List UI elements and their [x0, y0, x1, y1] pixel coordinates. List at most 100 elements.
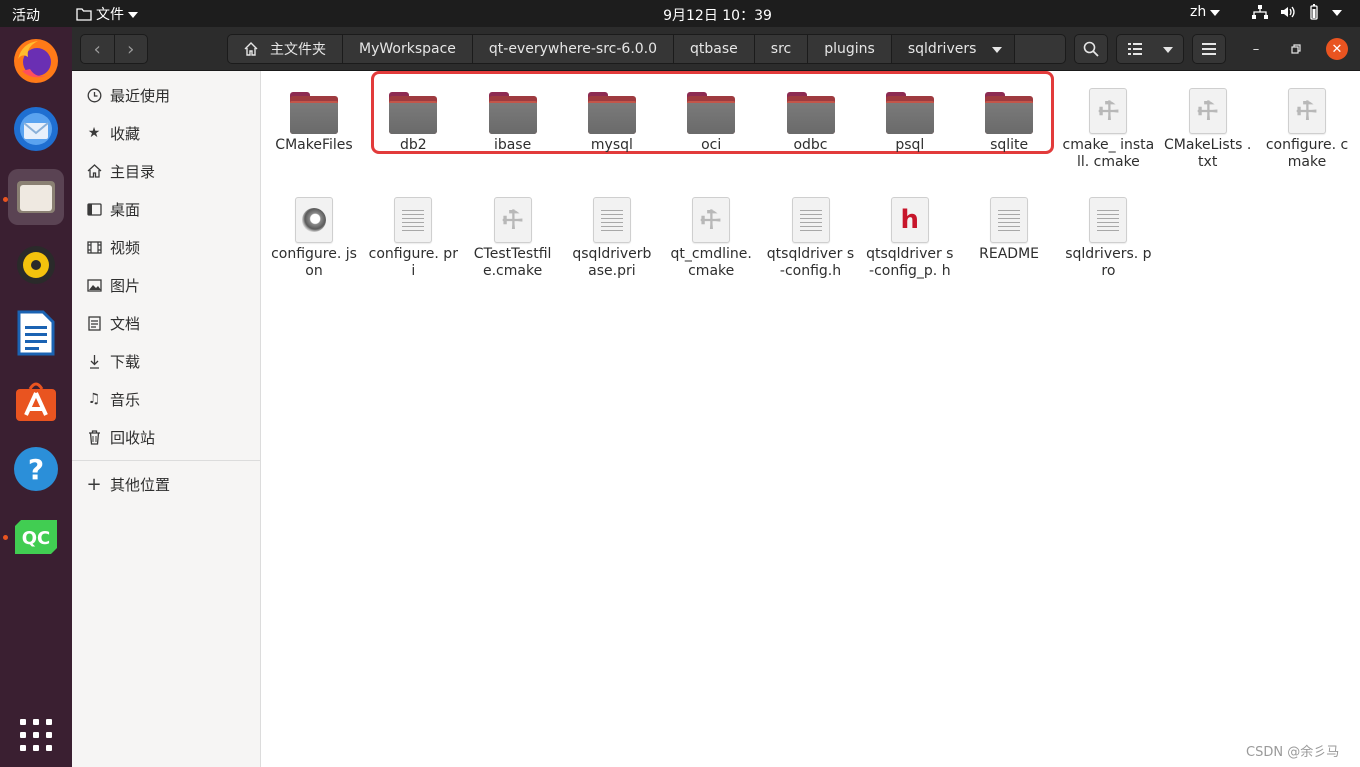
view-options-dropdown[interactable] — [1162, 47, 1173, 53]
breadcrumb-qtbase[interactable]: qtbase — [674, 35, 755, 63]
breadcrumb-qt-everywhere[interactable]: qt-everywhere-src-6.0.0 — [473, 35, 675, 63]
sidebar: 最近使用 ★ 收藏 主目录 桌面 视频 图片 文档 下载 ♫ 音乐 回收站 + … — [72, 71, 261, 767]
sidebar-item-desktop[interactable]: 桌面 — [72, 191, 260, 227]
folder-item[interactable]: oci — [663, 80, 759, 154]
qt-creator-label: QC — [22, 528, 51, 549]
file-item[interactable]: h qtsqldriver s-config_p. h — [862, 189, 958, 280]
sidebar-item-documents[interactable]: 文档 — [72, 305, 260, 341]
folder-item[interactable]: CMakeFiles — [266, 80, 362, 154]
star-icon: ★ — [87, 125, 101, 141]
file-item[interactable]: ⚒ CMakeLists .txt — [1160, 80, 1256, 171]
back-button[interactable]: ‹ — [81, 35, 114, 63]
main-menu-button[interactable] — [1192, 34, 1226, 64]
sidebar-item-label: 文档 — [110, 314, 141, 333]
file-item[interactable]: qtsqldriver s-config.h — [763, 189, 859, 280]
file-item[interactable]: configure. pri — [365, 189, 461, 280]
maximize-button[interactable] — [1286, 39, 1306, 59]
folder-item[interactable]: sqlite — [961, 80, 1057, 154]
file-view: CMakeFiles db2 ibase mysql oci odbc psql sqlite… — [261, 71, 1360, 767]
breadcrumb-src[interactable]: src — [755, 35, 809, 63]
sidebar-item-pictures[interactable]: 图片 — [72, 267, 260, 303]
breadcrumb-myworkspace[interactable]: MyWorkspace — [343, 35, 473, 63]
clock[interactable]: 9月12日 10：39 — [0, 5, 1360, 25]
home-icon — [244, 42, 258, 56]
sidebar-item-label: 下载 — [110, 352, 141, 371]
breadcrumb-plugins[interactable]: plugins — [808, 35, 892, 63]
top-bar: 活动 文件 9月12日 10：39 zh — [0, 0, 1360, 27]
dock-qt-creator[interactable]: QC — [8, 509, 64, 565]
sidebar-item-recent[interactable]: 最近使用 — [72, 77, 260, 113]
search-button[interactable] — [1074, 34, 1108, 64]
folder-item[interactable]: psql — [862, 80, 958, 154]
sidebar-item-videos[interactable]: 视频 — [72, 229, 260, 265]
video-icon — [86, 239, 102, 255]
build-file-icon: ⚒ — [1259, 80, 1355, 134]
sidebar-item-label: 最近使用 — [110, 86, 171, 105]
minimize-button[interactable]: – — [1246, 39, 1266, 59]
file-item[interactable]: README — [961, 189, 1057, 263]
sidebar-item-label: 桌面 — [110, 200, 141, 219]
folder-item[interactable]: odbc — [763, 80, 859, 154]
show-applications-button[interactable] — [8, 707, 64, 763]
plus-icon: + — [86, 473, 102, 495]
files-icon — [17, 181, 55, 213]
sidebar-item-label: 视频 — [110, 238, 141, 257]
sidebar-item-home[interactable]: 主目录 — [72, 153, 260, 189]
file-name: CMakeFiles — [275, 137, 353, 153]
dock-rhythmbox[interactable] — [8, 237, 64, 293]
running-indicator — [3, 535, 8, 540]
close-button[interactable]: ✕ — [1326, 38, 1348, 60]
dock: ? QC — [0, 27, 72, 767]
dock-files[interactable] — [8, 169, 64, 225]
restore-icon — [1291, 44, 1301, 54]
folder-item[interactable]: ibase — [465, 80, 561, 154]
folder-item[interactable]: mysql — [564, 80, 660, 154]
sidebar-item-trash[interactable]: 回收站 — [72, 419, 260, 455]
music-icon: ♫ — [87, 391, 101, 407]
system-tray[interactable] — [1252, 4, 1342, 20]
file-name: configure. json — [271, 246, 357, 279]
dock-help[interactable]: ? — [8, 441, 64, 497]
sidebar-item-starred[interactable]: ★ 收藏 — [72, 115, 260, 151]
list-view-button[interactable] — [1127, 43, 1142, 55]
file-item[interactable]: configure. json — [266, 189, 362, 280]
list-view-icon — [1127, 43, 1142, 55]
folder-item[interactable]: db2 — [365, 80, 461, 154]
dock-thunderbird[interactable] — [8, 101, 64, 157]
firefox-icon — [14, 39, 58, 83]
sidebar-item-downloads[interactable]: 下载 — [72, 343, 260, 379]
file-item[interactable]: ⚒ qt_cmdline. cmake — [663, 189, 759, 280]
text-file-icon — [1060, 189, 1156, 243]
path-menu-button[interactable] — [992, 35, 1016, 63]
sidebar-item-music[interactable]: ♫ 音乐 — [72, 381, 260, 417]
running-indicator — [3, 197, 8, 202]
volume-icon — [1281, 6, 1295, 18]
dock-ubuntu-software[interactable] — [8, 373, 64, 429]
c-header-file-icon: h — [862, 189, 958, 243]
input-method-menu[interactable]: zh — [1190, 4, 1221, 20]
file-item[interactable]: ⚒ cmake_ install. cmake — [1060, 80, 1156, 171]
breadcrumb-sqldrivers[interactable]: sqldrivers — [891, 35, 993, 63]
sidebar-item-other-locations[interactable]: + 其他位置 — [72, 466, 260, 502]
folder-icon — [961, 80, 1057, 134]
sidebar-item-label: 回收站 — [110, 428, 156, 447]
dock-firefox[interactable] — [8, 33, 64, 89]
file-name: mysql — [590, 137, 633, 153]
file-name: sqlite — [990, 137, 1029, 153]
file-item[interactable]: ⚒ configure. cmake — [1259, 80, 1355, 171]
network-icon — [1252, 5, 1268, 19]
folder-icon — [564, 80, 660, 134]
file-name: psql — [895, 137, 925, 153]
file-name: qtsqldriver s-config_p. h — [866, 246, 954, 279]
breadcrumb-home[interactable]: 主文件夹 — [228, 35, 343, 63]
file-item[interactable]: sqldrivers. pro — [1060, 189, 1156, 280]
file-name: ibase — [493, 137, 532, 153]
file-item[interactable]: qsqldriverb ase.pri — [564, 189, 660, 280]
header-bar: ‹ › 主文件夹 MyWorkspace qt-everywhere-src-6… — [72, 27, 1360, 71]
file-name: qsqldriverb ase.pri — [572, 246, 652, 279]
text-file-icon — [564, 189, 660, 243]
file-item[interactable]: ⚒ CTestTestfil e.cmake — [465, 189, 561, 280]
dock-libreoffice-writer[interactable] — [8, 305, 64, 361]
build-file-icon: ⚒ — [663, 189, 759, 243]
forward-button[interactable]: › — [113, 35, 148, 63]
